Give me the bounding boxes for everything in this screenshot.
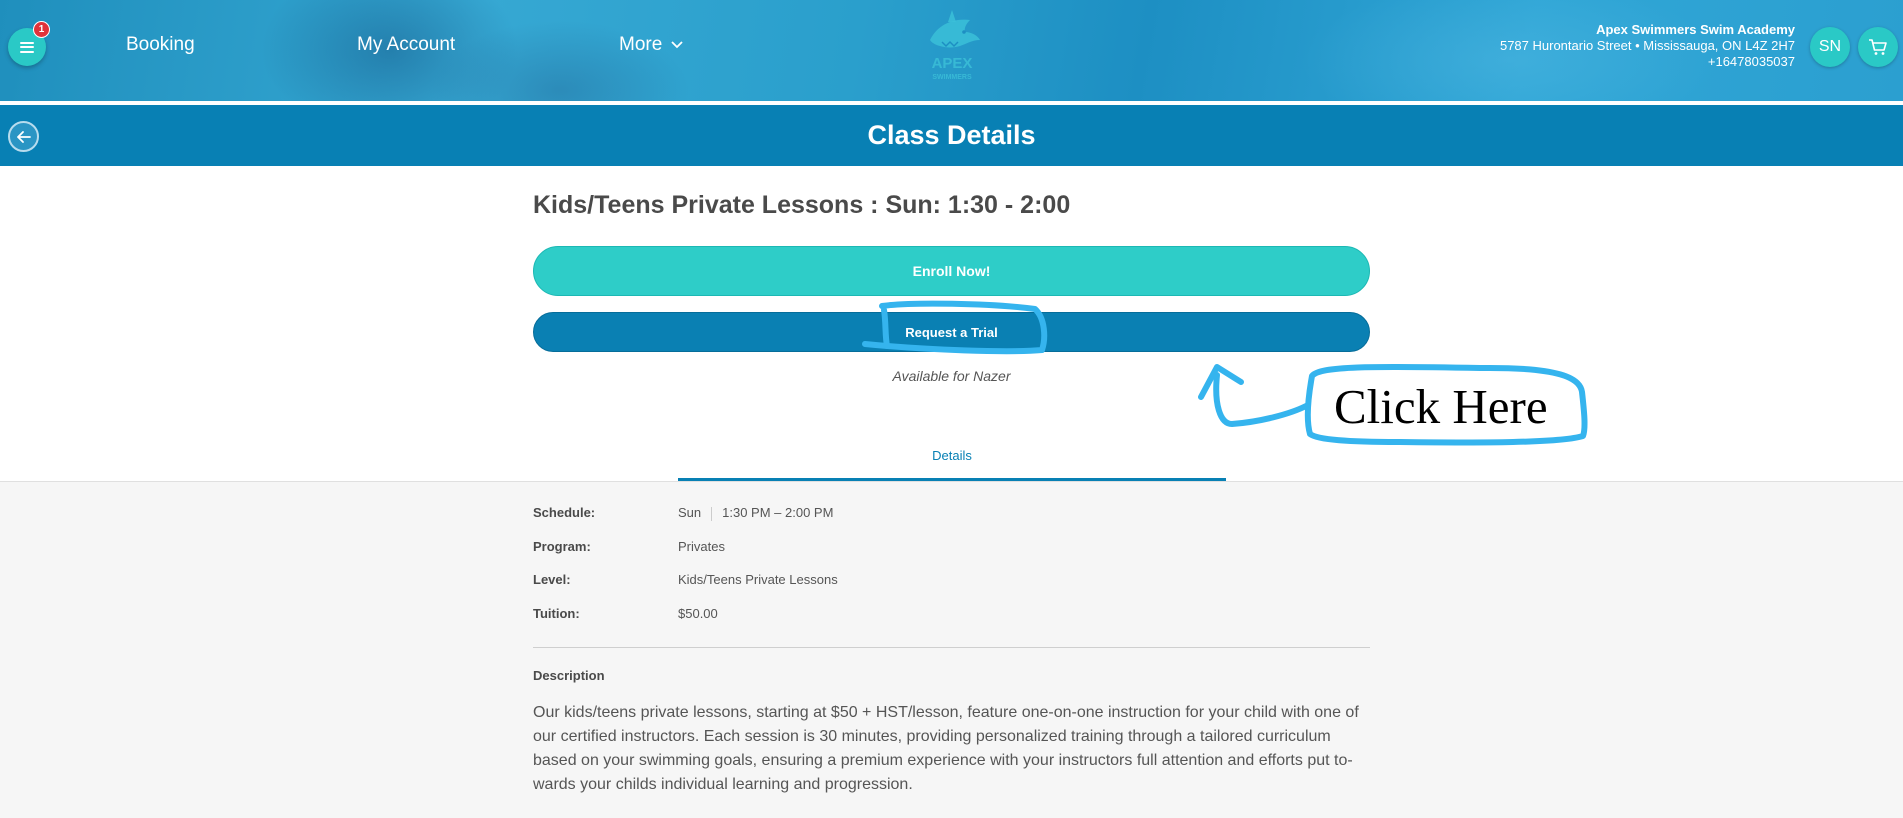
nav-more[interactable]: More	[619, 34, 684, 56]
page-title: Class Details	[867, 120, 1036, 150]
cart-button[interactable]	[1858, 27, 1898, 67]
level-value: Kids/Teens Private Lessons	[678, 572, 838, 587]
level-label: Level:	[533, 572, 571, 587]
logo-text: APEX	[932, 55, 973, 72]
notification-badge: 1	[33, 21, 50, 38]
schedule-separator	[711, 506, 713, 521]
program-label: Program:	[533, 539, 591, 554]
title-bar: Class Details	[0, 105, 1903, 166]
business-address: 5787 Hurontario Street • Mississauga, ON…	[1499, 38, 1795, 53]
nav-my-account[interactable]: My Account	[357, 34, 455, 56]
tuition-label: Tuition:	[533, 606, 580, 621]
description-text: Our kids/teens private lessons, starting…	[533, 704, 1359, 793]
top-header: 1 Booking My Account More APEX SWIMMERS …	[0, 0, 1903, 101]
schedule-value: Sun 1:30 PM – 2:00 PM	[678, 505, 833, 521]
shark-logo-icon[interactable]: APEX SWIMMERS	[920, 10, 984, 84]
header-background-shade	[430, 20, 690, 101]
schedule-label: Schedule:	[533, 505, 596, 520]
program-value: Privates	[678, 539, 725, 554]
enroll-now-button[interactable]: Enroll Now!	[533, 246, 1370, 296]
nav-booking[interactable]: Booking	[126, 34, 195, 56]
business-info: Apex Swimmers Swim Academy 5787 Hurontar…	[1500, 22, 1795, 70]
business-phone[interactable]: +16478035037	[1500, 54, 1795, 70]
cart-icon	[1869, 39, 1887, 55]
user-avatar[interactable]: SN	[1810, 27, 1850, 67]
availability-note: Available for Nazer	[892, 368, 1011, 384]
annotation-click-here: Click Here	[1334, 379, 1548, 434]
schedule-day: Sun	[678, 505, 702, 520]
schedule-time: 1:30 PM – 2:00 PM	[722, 505, 834, 520]
chevron-down-icon	[671, 41, 683, 49]
tab-details[interactable]: Details	[678, 448, 1226, 481]
class-title: Kids/Teens Private Lessons : Sun: 1:30 -…	[533, 191, 1071, 219]
description-divider	[533, 647, 1370, 648]
menu-icon	[20, 41, 34, 53]
tuition-value: $50.00	[678, 606, 718, 621]
tabs-divider	[0, 481, 1903, 482]
nav-more-label: More	[619, 34, 663, 55]
request-trial-button[interactable]: Request a Trial	[533, 312, 1370, 352]
description-title: Description	[533, 668, 605, 683]
business-name: Apex Swimmers Swim Academy	[1596, 22, 1795, 37]
logo-subtext: SWIMMERS	[932, 74, 972, 81]
